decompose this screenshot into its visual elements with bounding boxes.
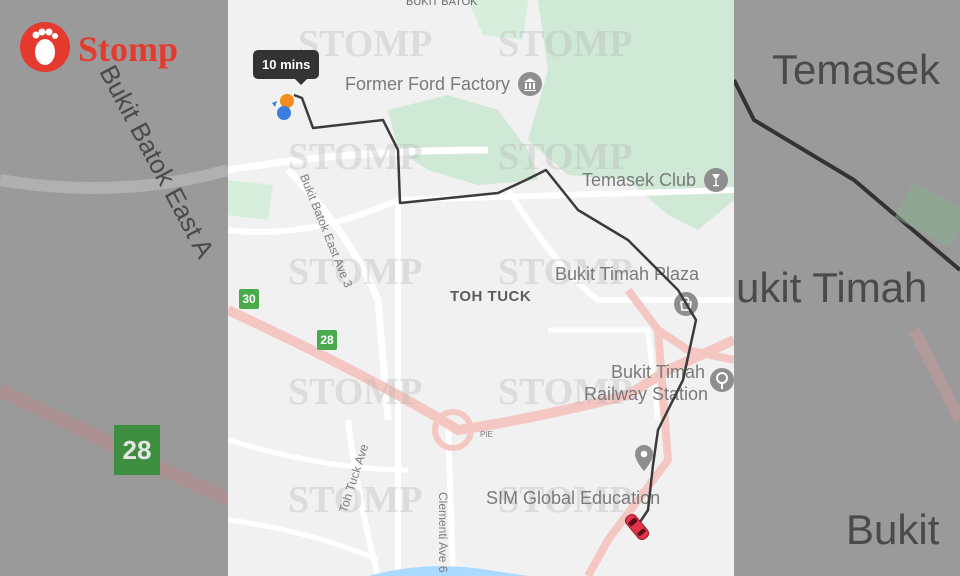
backdrop-right: Temasek ukit Timah Bukit: [734, 0, 960, 576]
map-panel[interactable]: STOMP STOMP STOMP STOMP STOMP STOMP STOM…: [228, 0, 734, 576]
backdrop-right-place-2: ukit Timah: [736, 264, 928, 311]
backdrop-left-badge: 28: [114, 425, 160, 475]
backdrop-right-place-3: Bukit: [846, 506, 940, 553]
stomp-logo: Stomp: [20, 22, 220, 72]
eta-label: 10 mins: [253, 50, 320, 85]
driving-route: [293, 93, 698, 526]
backdrop-left: Bukit Batok East A 28: [0, 0, 228, 576]
car-icon[interactable]: [620, 510, 654, 544]
origin-marker-icon[interactable]: [268, 92, 298, 122]
stomp-logo-text: Stomp: [78, 29, 179, 69]
backdrop-right-place-1: Temasek: [772, 46, 941, 93]
stomp-foot-icon: [20, 22, 70, 72]
